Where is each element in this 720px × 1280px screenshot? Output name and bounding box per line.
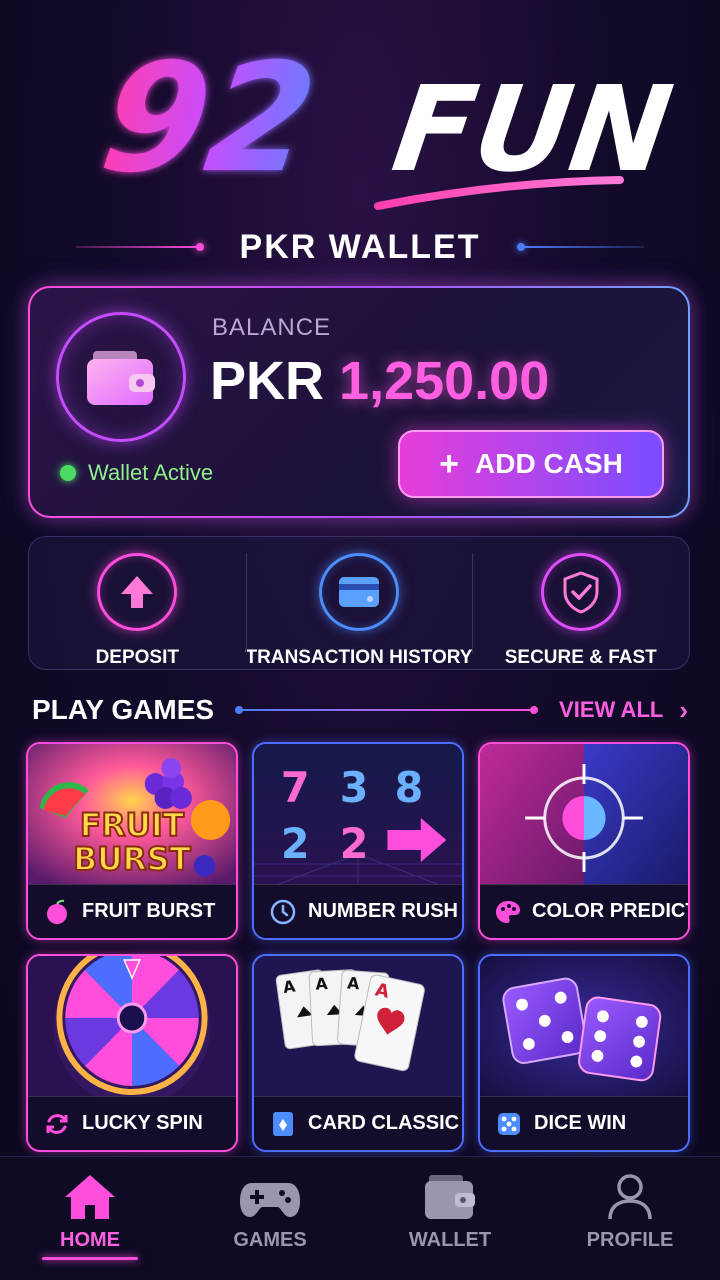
secure-fast-button[interactable]: SECURE & FAST	[472, 537, 689, 669]
wallet-status: Wallet Active	[60, 460, 213, 486]
game-name: LUCKY SPIN	[82, 1112, 203, 1134]
nav-profile[interactable]: PROFILE	[540, 1157, 720, 1280]
game-card-lucky-spin[interactable]: LUCKY SPIN	[26, 954, 238, 1152]
nav-wallet[interactable]: WALLET	[360, 1157, 540, 1280]
user-icon	[608, 1174, 652, 1220]
deposit-button[interactable]: DEPOSIT	[29, 537, 246, 669]
lucky-spin-art	[28, 956, 236, 1098]
nav-games[interactable]: GAMES	[180, 1157, 360, 1280]
nav-home[interactable]: HOME	[0, 1157, 180, 1280]
game-name: CARD CLASSIC	[308, 1112, 460, 1134]
digit-7: 7	[281, 763, 310, 812]
secure-icon-ring	[540, 553, 621, 631]
game-footer: NUMBER RUSH	[254, 884, 462, 938]
shield-check-icon	[563, 571, 599, 614]
add-cash-button[interactable]: + ADD CASH	[398, 430, 664, 498]
transaction-history-button[interactable]: TRANSACTION HISTORY	[245, 537, 473, 669]
logo-number: 92	[92, 31, 325, 206]
balance-value: 1,250.00	[339, 351, 550, 411]
bottom-nav: HOME GAMES WALLET PROFILE	[0, 1156, 720, 1280]
number-rush-art: 7 3 8 2 2	[254, 744, 462, 886]
view-all-label: VIEW ALL	[559, 697, 664, 722]
digit-2b: 2	[340, 819, 369, 868]
nav-home-label: HOME	[60, 1229, 120, 1251]
fruit-icon	[42, 897, 72, 927]
balance-amount: PKR 1,250.00	[210, 350, 549, 412]
refresh-icon	[42, 1109, 72, 1139]
section-divider	[235, 706, 538, 714]
card-rank-3: A	[347, 973, 361, 993]
logo-word: FUN	[385, 61, 679, 198]
fruit-burst-art-word-2: BURST	[73, 842, 191, 878]
digit-8: 8	[395, 763, 424, 812]
game-name: COLOR PREDICT	[532, 900, 690, 922]
status-dot	[60, 465, 76, 481]
secure-fast-label: SECURE & FAST	[504, 647, 657, 668]
games-section-header: PLAY GAMES VIEW ALL ›	[32, 688, 688, 732]
gamepad-icon	[240, 1183, 300, 1217]
fruit-burst-art: FRUIT BURST	[28, 744, 236, 886]
title-divider-right	[516, 243, 645, 251]
playing-card-icon	[268, 1109, 298, 1139]
history-icon-ring	[319, 553, 399, 631]
balance-label: BALANCE	[212, 314, 332, 341]
wallet-icon	[425, 1175, 475, 1219]
balance-currency: PKR	[210, 351, 325, 411]
app-logo: 92 FUN	[92, 31, 680, 210]
games-grid: FRUIT BURST FRUIT BURST 7 3 8 2 2 NUMBER…	[26, 742, 690, 1152]
games-section-title: PLAY GAMES	[32, 694, 215, 725]
add-cash-label: ADD CASH	[475, 448, 623, 479]
game-footer: COLOR PREDICT	[480, 884, 688, 938]
game-footer: FRUIT BURST	[28, 884, 236, 938]
deposit-label: DEPOSIT	[95, 647, 179, 668]
palette-icon	[494, 897, 522, 927]
balance-card: BALANCE PKR 1,250.00 Wallet Active + ADD…	[28, 286, 690, 518]
game-name: NUMBER RUSH	[308, 900, 458, 922]
arrow-up-icon	[121, 576, 154, 608]
game-footer: CARD CLASSIC	[254, 1096, 462, 1150]
card-classic-art: A A A A	[254, 956, 462, 1098]
dice-icon	[494, 1109, 524, 1139]
nav-wallet-label: WALLET	[408, 1229, 492, 1251]
title-divider-left	[76, 243, 204, 251]
game-name: FRUIT BURST	[82, 900, 216, 922]
chevron-right-icon: ›	[679, 694, 688, 725]
nav-profile-label: PROFILE	[586, 1229, 674, 1251]
game-card-color-predict[interactable]: COLOR PREDICT	[478, 742, 690, 940]
deposit-icon-ring	[97, 553, 178, 631]
quick-actions: DEPOSIT TRANSACTION HISTORY SECURE & FAS…	[28, 536, 690, 670]
color-predict-art	[480, 744, 688, 886]
digit-2a: 2	[281, 819, 310, 868]
home-icon	[65, 1175, 115, 1219]
wallet-status-text: Wallet Active	[88, 460, 214, 485]
digit-3: 3	[340, 763, 369, 812]
nav-games-label: GAMES	[233, 1229, 307, 1251]
dice-win-art	[480, 956, 688, 1098]
view-all-link[interactable]: VIEW ALL ›	[559, 695, 688, 726]
wallet-title-row: PKR WALLET	[76, 224, 645, 270]
wallet-badge	[56, 312, 186, 442]
card-icon	[339, 577, 379, 607]
game-name: DICE WIN	[534, 1112, 627, 1134]
wallet-icon	[87, 351, 155, 405]
transaction-history-label: TRANSACTION HISTORY	[245, 647, 473, 668]
game-card-card-classic[interactable]: A A A A CARD CLASSIC	[252, 954, 464, 1152]
wallet-title: PKR WALLET	[239, 227, 481, 266]
plus-icon: +	[439, 445, 460, 483]
game-card-fruit-burst[interactable]: FRUIT BURST FRUIT BURST	[26, 742, 238, 940]
game-footer: LUCKY SPIN	[28, 1096, 236, 1150]
game-card-number-rush[interactable]: 7 3 8 2 2 NUMBER RUSH	[252, 742, 464, 940]
clock-icon	[268, 897, 298, 927]
card-rank-2: A	[315, 974, 329, 994]
fruit-burst-art-word-1: FRUIT	[80, 808, 185, 844]
game-footer: DICE WIN	[480, 1096, 688, 1150]
game-card-dice-win[interactable]: DICE WIN	[478, 954, 690, 1152]
